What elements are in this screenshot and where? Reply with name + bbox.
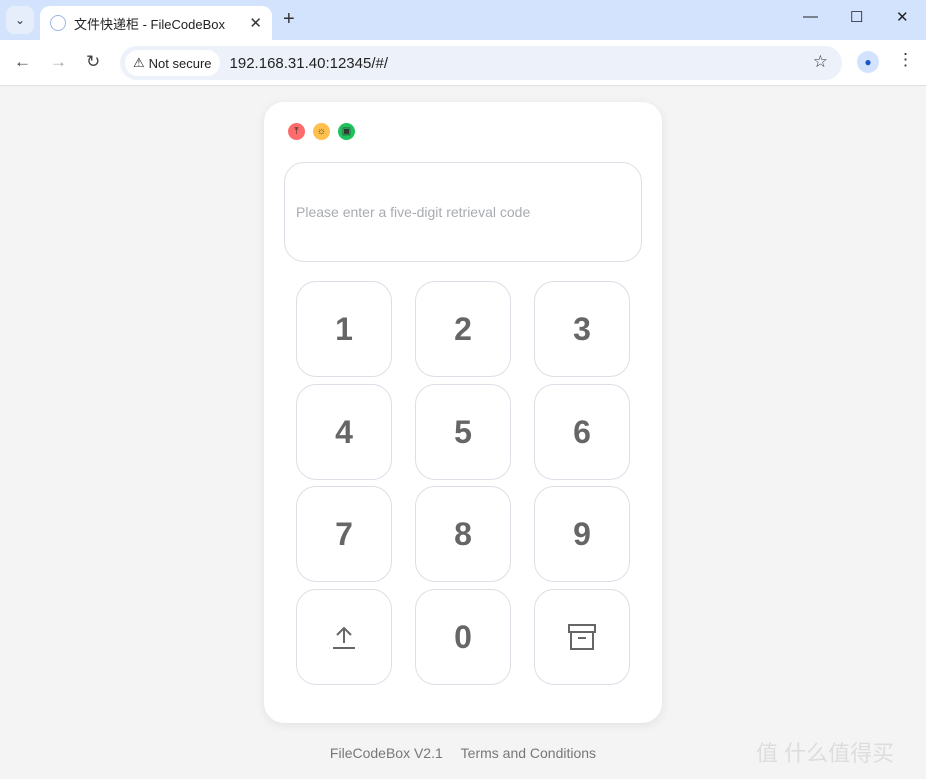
reload-icon[interactable]: ↻ [86,52,100,72]
key-8[interactable]: 8 [415,486,511,582]
version-link[interactable]: FileCodeBox V2.1 [330,745,443,761]
upload-icon [333,626,355,649]
address-bar[interactable]: ⚠ Not secure 192.168.31.40:12345/#/ ☆ [120,46,842,80]
upload-key[interactable] [296,589,392,685]
key-2[interactable]: 2 [415,281,511,377]
browser-tab[interactable]: 文件快递柜 - FileCodeBox ✕ [40,6,272,40]
retrieve-card: ⤒ ☼ ▣ Please enter a five-digit retrieva… [264,102,662,723]
browser-toolbar: ← → ↻ ⚠ Not secure 192.168.31.40:12345/#/… [0,40,926,86]
retrieval-code-input[interactable]: Please enter a five-digit retrieval code [284,162,642,262]
key-4[interactable]: 4 [296,384,392,480]
key-3[interactable]: 3 [534,281,630,377]
not-secure-label: Not secure [148,55,212,71]
minimize-icon[interactable]: — [803,8,818,25]
key-1[interactable]: 1 [296,281,392,377]
back-icon[interactable]: ← [14,52,31,72]
close-window-icon[interactable]: ✕ [896,8,909,26]
tab-strip: ⌄ 文件快递柜 - FileCodeBox ✕ + — ☐ ✕ [0,0,926,40]
tab-title: 文件快递柜 - FileCodeBox [74,16,225,32]
terms-link[interactable]: Terms and Conditions [461,745,596,761]
warning-icon: ⚠ [133,55,145,70]
key-6[interactable]: 6 [534,384,630,480]
key-7[interactable]: 7 [296,486,392,582]
tab-search-button[interactable]: ⌄ [6,6,34,34]
close-tab-icon[interactable]: ✕ [249,14,262,32]
archive-icon[interactable]: ▣ [338,123,355,140]
watermark-logo: 值 什么值得买 [756,741,895,766]
sun-icon[interactable]: ☼ [313,123,330,140]
forward-icon[interactable]: → [50,52,67,72]
upload-icon[interactable]: ⤒ [288,123,305,140]
menu-icon[interactable]: ⋮ [897,50,914,70]
url-text[interactable]: 192.168.31.40:12345/#/ [230,55,388,72]
key-9[interactable]: 9 [534,486,630,582]
profile-icon[interactable]: ● [857,51,879,73]
maximize-icon[interactable]: ☐ [850,8,863,26]
favicon-icon [50,15,66,31]
bookmark-star-icon[interactable]: ☆ [813,52,828,72]
key-0[interactable]: 0 [415,589,511,685]
key-5[interactable]: 5 [415,384,511,480]
archive-icon [568,624,596,650]
security-chip[interactable]: ⚠ Not secure [125,50,220,76]
archive-key[interactable] [534,589,630,685]
new-tab-button[interactable]: + [283,8,295,31]
